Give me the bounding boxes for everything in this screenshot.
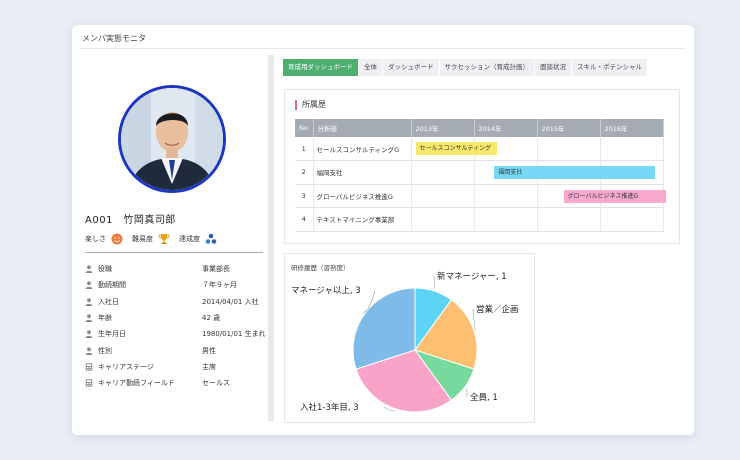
avatar [118, 85, 226, 193]
row-department-name: グローバルビジネス推進G [313, 184, 412, 208]
tab-dashboard[interactable]: ダッシュボード [383, 59, 440, 76]
affiliation-history-panel: 所属歴 No 分析値 2013年 2014年 2015年 2016年 1 セールス… [284, 89, 680, 244]
timeline-cell [537, 207, 601, 232]
property-value: 事業部長 [202, 265, 230, 274]
column-header-2013: 2013年 [411, 119, 475, 137]
property-value: セールス [202, 379, 230, 388]
person-icon [85, 314, 93, 323]
timeline-cell: セールスコンサルティング [411, 137, 498, 161]
avatar-portrait-icon [121, 88, 223, 190]
property-row: 勤続期間 ７年９ヶ月 [85, 277, 268, 293]
pie-label-leader [433, 275, 436, 290]
affiliation-gantt-table: No 分析値 2013年 2014年 2015年 2016年 1 セールスコンサル… [295, 119, 667, 232]
property-row: 役職 事業部長 [85, 261, 268, 277]
timeline-cell [474, 184, 538, 208]
pie-slice-label: 営業／企画 [476, 304, 519, 315]
property-value: 男性 [202, 346, 216, 355]
pie-slice-label: 新マネージャー, 1 [437, 271, 507, 282]
timeline-cell: 福岡支社 [411, 160, 655, 185]
table-row[interactable]: 4 テキストマイニング事業部 [295, 207, 664, 232]
property-label: キャリア勤続フィールド [98, 379, 175, 388]
dashboard-tabs: 育成用ダッシュボード 全体 ダッシュボード サクセッション（育成計画） 面談状況… [283, 59, 648, 76]
row-number: 4 [295, 207, 314, 232]
column-header-2015: 2015年 [537, 119, 601, 137]
person-icon [85, 265, 93, 274]
person-icon [85, 330, 93, 339]
affiliation-history-title: 所属歴 [295, 100, 326, 110]
person-icon [85, 298, 93, 306]
column-header-2016: 2016年 [600, 119, 664, 137]
tab-interview-status[interactable]: 面談状況 [535, 59, 572, 76]
property-label: 役職 [98, 265, 112, 274]
person-icon [85, 347, 93, 355]
member-name: A001 竹岡真司郎 [85, 215, 176, 226]
gantt-bar[interactable]: セールスコンサルティング [415, 142, 498, 155]
table-row[interactable]: 3 グローバルビジネス推進G グローバルビジネス推進G [295, 184, 667, 208]
property-value: ７年９ヶ月 [202, 281, 237, 290]
member-monitor-window: メンバ実態モニタ A001 竹岡真司郎 楽しさ 難易度 達成度 役職 事業部長 … [72, 25, 694, 435]
column-header-name: 分析値 [313, 119, 412, 137]
tab-succession[interactable]: サクセッション（育成計画） [440, 59, 535, 76]
emotion-label-difficulty: 難易度 [132, 235, 153, 243]
property-row: キャリア勤続フィールド セールス [85, 375, 268, 391]
table-row[interactable]: 2 福岡支社 福岡支社 [295, 160, 664, 185]
property-value: 1980/01/01 生まれ [202, 330, 266, 339]
property-value: 2014/04/01 入社 [202, 297, 259, 306]
timeline-cell [474, 207, 538, 232]
trophy-icon [158, 233, 170, 245]
tab-skill-potential[interactable]: スキル・ポテンシャル [572, 59, 648, 76]
emotion-indicators: 楽しさ 難易度 達成度 [85, 233, 226, 245]
triangle-dots-icon [205, 233, 217, 245]
row-number: 3 [295, 184, 314, 208]
pie-slice-label: 入社1-3年目, 3 [300, 402, 359, 413]
column-header-2014: 2014年 [474, 119, 538, 137]
property-label: 入社日 [98, 297, 119, 306]
timeline-cell [411, 207, 475, 232]
tab-overall[interactable]: 全体 [359, 59, 383, 76]
property-row: 入社日 2014/04/01 入社 [85, 294, 268, 310]
property-value: 42 歳 [202, 314, 221, 323]
profile-divider [85, 252, 263, 253]
calculator-icon [85, 379, 93, 387]
calculator-icon [85, 363, 93, 371]
row-number: 1 [295, 137, 314, 161]
table-header-row: No 分析値 2013年 2014年 2015年 2016年 [295, 119, 664, 137]
emotion-label-achievement: 達成度 [179, 235, 200, 243]
timeline-cell [600, 207, 664, 232]
member-properties: 役職 事業部長 勤続期間 ７年９ヶ月 入社日 2014/04/01 入社 年齢 … [85, 261, 268, 391]
pie-slice-label: 全員, 1 [470, 392, 498, 403]
tab-development-dashboard[interactable]: 育成用ダッシュボード [283, 59, 359, 76]
row-department-name: セールスコンサルティングG [313, 137, 412, 161]
member-profile-panel: A001 竹岡真司郎 楽しさ 難易度 達成度 役職 事業部長 勤続期間 ７年９ヶ… [72, 49, 268, 435]
property-label: 性別 [98, 346, 112, 355]
smiley-face-icon [111, 233, 123, 245]
training-pie-chart: 新マネージャー, 1 営業／企画全員, 1 入社1-3年目, 3 マネージャ以上, 3 [291, 271, 519, 413]
property-label: 勤続期間 [98, 281, 126, 290]
property-row: 生年月日 1980/01/01 生まれ [85, 326, 268, 342]
timeline-cell: グローバルビジネス推進G [411, 184, 667, 208]
row-department-name: 福岡支社 [313, 160, 412, 185]
gantt-bar[interactable]: 福岡支社 [494, 166, 655, 179]
row-number: 2 [295, 160, 314, 185]
property-label: 年齢 [98, 314, 112, 323]
gantt-bar[interactable]: グローバルビジネス推進G [563, 189, 667, 203]
timeline-cell [600, 137, 664, 161]
table-row[interactable]: 1 セールスコンサルティングG セールスコンサルティング [295, 137, 664, 161]
panel-splitter[interactable] [268, 55, 274, 421]
property-value: 主席 [202, 362, 216, 371]
timeline-cell [537, 137, 601, 161]
person-icon [85, 281, 93, 290]
pie-slice-label: マネージャ以上, 3 [291, 286, 361, 296]
property-row: 性別 男性 [85, 342, 268, 358]
row-department-name: テキストマイニング事業部 [313, 207, 412, 232]
emotion-label-fun: 楽しさ [85, 235, 106, 243]
column-header-no: No [295, 119, 314, 137]
property-label: 生年月日 [98, 330, 126, 339]
property-row: キャリアステージ 主席 [85, 359, 268, 375]
window-title: メンバ実態モニタ [82, 34, 146, 43]
property-row: 年齢 42 歳 [85, 310, 268, 326]
property-label: キャリアステージ [98, 362, 154, 371]
training-history-panel: 研修履歴（習熟度） 新マネージャー, 1 営業／企画 全員, 1 入社1-3年目, 3… [284, 253, 535, 423]
